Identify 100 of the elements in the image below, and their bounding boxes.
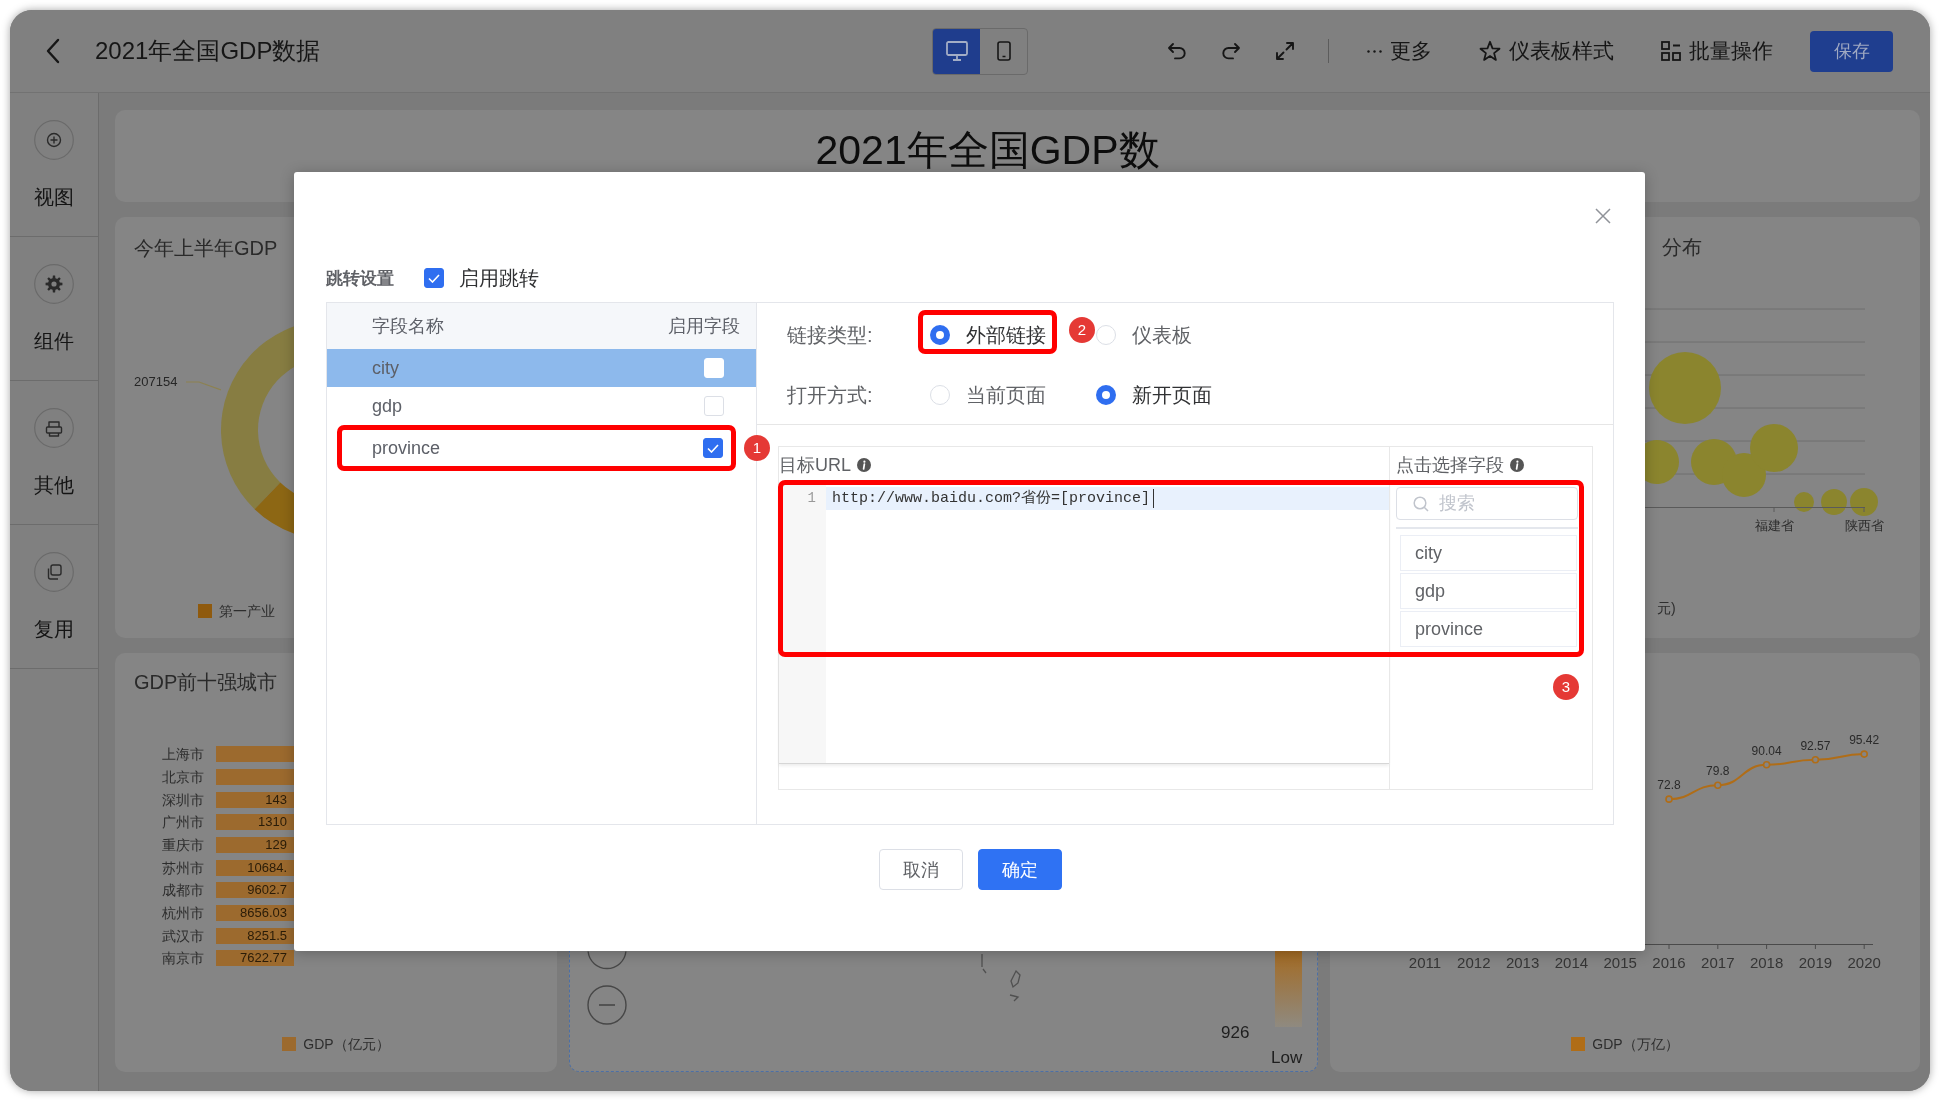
checkbox-label: 启用跳转	[459, 266, 539, 290]
field-option[interactable]: province	[1400, 611, 1577, 647]
check-icon	[428, 273, 440, 283]
expand-icon[interactable]	[1275, 41, 1295, 61]
radio-button[interactable]	[1096, 385, 1116, 405]
radio-button[interactable]	[930, 325, 950, 345]
axis-label: 重庆市	[161, 836, 204, 853]
field-row[interactable]: city	[327, 349, 756, 387]
bar-value-label: 1310	[258, 814, 287, 831]
more-button[interactable]: 更多	[1367, 38, 1432, 64]
form-label: 打开方式:	[787, 383, 874, 407]
chart-title: GDP前十强城市	[134, 671, 278, 693]
back-icon[interactable]	[45, 38, 61, 64]
column-header: 启用字段	[668, 315, 740, 337]
field-name: city	[372, 357, 399, 379]
radio-label[interactable]: 新开页面	[1132, 383, 1212, 407]
map-outline-drawing	[980, 953, 1024, 1002]
desktop-view-button[interactable]	[933, 28, 980, 74]
sidebar-item[interactable]: 其他	[10, 381, 98, 525]
data-point	[1762, 761, 1771, 769]
dashboard-style-button[interactable]: 仪表板样式	[1479, 38, 1614, 64]
grid-icon	[1661, 41, 1681, 61]
number-badge: 3	[1553, 674, 1579, 700]
undo-icon[interactable]	[1167, 42, 1187, 60]
field-row[interactable]: gdp	[327, 387, 756, 425]
bubble	[1850, 488, 1878, 516]
dashboard-name: 2021年全国GDP数据	[95, 37, 321, 65]
info-icon[interactable]	[1510, 457, 1524, 472]
gear-icon	[34, 264, 74, 304]
dashboard-title: 2021年全国GDP数	[815, 130, 1160, 170]
search-field[interactable]: 搜索	[1396, 487, 1578, 520]
field-option[interactable]: gdp	[1400, 573, 1577, 609]
bubble	[1750, 424, 1798, 472]
sidebar-item[interactable]: 组件	[10, 237, 98, 381]
data-label: 72.8	[1657, 778, 1681, 793]
axis-label: 广州市	[161, 814, 204, 831]
axis-label: 杭州市	[161, 904, 204, 921]
sidebar-item[interactable]: 视图	[10, 93, 98, 237]
data-label: 92.57	[1800, 738, 1831, 753]
axis-label: 2017	[1701, 954, 1735, 971]
chart-title: 分布	[1662, 236, 1702, 258]
axis-label: 2011	[1408, 954, 1442, 971]
chart-title: 今年上半年GDP	[134, 237, 278, 259]
sidebar-item[interactable]: 复用	[10, 525, 98, 669]
field-row[interactable]: province	[342, 430, 731, 466]
zoom-out-icon[interactable]	[587, 985, 627, 1025]
axis-label: 2013	[1505, 954, 1540, 971]
bar-value-label: 129	[265, 836, 287, 853]
field-name: province	[372, 437, 441, 459]
bubble	[1794, 492, 1814, 512]
field-option[interactable]: city	[1400, 535, 1577, 571]
axis-label: 2012	[1457, 954, 1491, 971]
confirm-button[interactable]: 确定	[977, 849, 1062, 890]
leader-line	[186, 381, 222, 391]
data-label: 90.04	[1751, 743, 1782, 758]
number-badge: 1	[744, 435, 770, 461]
add-icon	[34, 120, 74, 160]
legend-label: GDP（亿元）	[303, 1035, 390, 1053]
save-button[interactable]: 保存	[1810, 30, 1893, 72]
batch-operation-button[interactable]: 批量操作	[1661, 38, 1773, 64]
radio-label[interactable]: 仪表板	[1132, 323, 1192, 347]
number-badge: 2	[1069, 317, 1095, 343]
close-icon[interactable]	[1595, 208, 1611, 224]
bar-value-label: 9602.7	[247, 882, 287, 899]
axis-label: 上海市	[161, 746, 204, 763]
legend-label: 元)	[1657, 599, 1676, 617]
legend-label: GDP（万亿）	[1592, 1035, 1679, 1053]
legend-swatch	[198, 604, 212, 618]
axis-label: 2014	[1554, 954, 1589, 971]
axis-label: 2018	[1749, 954, 1784, 971]
checkbox[interactable]	[424, 268, 444, 288]
bubble	[1645, 440, 1679, 484]
checkbox[interactable]	[703, 438, 723, 458]
search-icon	[1413, 496, 1429, 512]
bubble	[1821, 489, 1847, 515]
axis-label: 2020	[1847, 954, 1881, 971]
phone-icon	[996, 41, 1011, 61]
bar-value-label: 10684.	[247, 859, 287, 876]
bubble	[1649, 352, 1721, 424]
scale-label: Low	[1271, 1048, 1303, 1068]
column-header: 字段名称	[372, 315, 444, 337]
section-title: 跳转设置	[326, 267, 394, 290]
legend-label: 第一产业	[219, 602, 275, 620]
redo-icon[interactable]	[1221, 42, 1241, 60]
cancel-button[interactable]: 取消	[878, 849, 963, 890]
form-label: 链接类型:	[787, 323, 874, 347]
copy-icon	[34, 552, 74, 592]
star-icon	[1479, 40, 1501, 62]
field-name: gdp	[372, 395, 403, 417]
data-point	[1860, 750, 1868, 758]
info-icon[interactable]	[857, 457, 871, 472]
bar-value-label: 7622.77	[240, 950, 287, 967]
data-point	[1714, 781, 1722, 789]
radio-label[interactable]: 外部链接	[966, 323, 1046, 347]
bubble	[1722, 453, 1766, 497]
check-icon	[707, 443, 719, 453]
bar-value-label: 143	[265, 791, 287, 808]
axis-label: 深圳市	[161, 791, 204, 808]
radio-label[interactable]: 当前页面	[966, 383, 1046, 407]
scale-value-label: 926	[1221, 1023, 1250, 1043]
